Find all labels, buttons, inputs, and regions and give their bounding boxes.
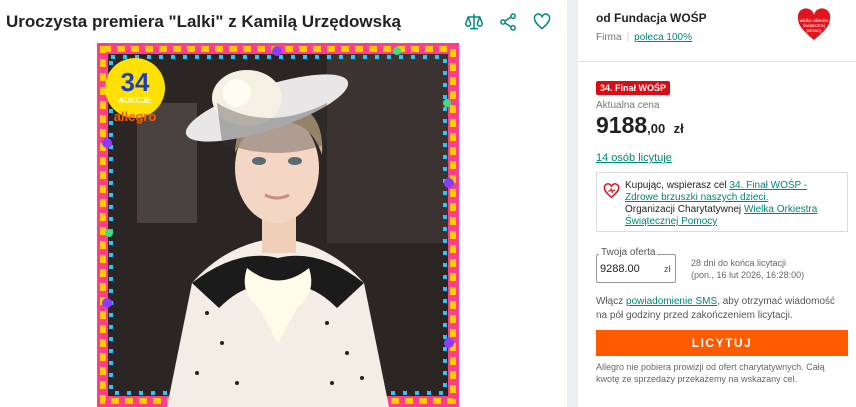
time-left: 28 dni do końca licytacji (pon., 16 lut …	[691, 257, 804, 281]
seller-type: Firma	[596, 32, 622, 43]
svg-text:pomocy: pomocy	[807, 28, 823, 33]
price-label: Aktualna cena	[596, 100, 660, 111]
sms-notify-link[interactable]: powiadomienie SMS	[626, 296, 717, 307]
listing-panel: Uroczysta premiera "Lalki" z Kamilą Urzę…	[0, 0, 567, 407]
price-main: 9188	[596, 112, 648, 138]
time-left-text: 28 dni do końca licytacji	[691, 258, 787, 268]
offer-currency: zł	[664, 264, 671, 274]
notify-prefix: Włącz	[596, 296, 624, 307]
offer-input[interactable]	[600, 263, 650, 275]
svg-text:34: 34	[121, 67, 150, 97]
bidders-link[interactable]: 14 osób licytuje	[596, 152, 672, 164]
finale-tag: 34. Finał WOŚP	[596, 81, 671, 95]
price-cents: ,00	[647, 121, 666, 136]
seller-meta: Firma | poleca 100%	[596, 32, 692, 43]
product-image[interactable]: 34 AUKCJE allegro	[97, 43, 459, 407]
charity-heart-icon	[603, 183, 620, 199]
charity-info: Kupując, wspierasz cel 34. Finał WOŚP - …	[596, 172, 848, 232]
seller-recommend-link[interactable]: poleca 100%	[634, 32, 692, 43]
wosp-heart-logo[interactable]: wielka orkiestra świątecznej pomocy	[796, 8, 832, 42]
share-icon[interactable]	[496, 10, 520, 34]
seller-info: od Fundacja WOŚP Firma | poleca 100% wielk…	[578, 0, 856, 62]
current-price: 9188,00 zł	[596, 112, 684, 139]
heart-icon[interactable]	[530, 10, 554, 34]
finale-badge: 34 AUKCJE allegro	[105, 58, 165, 124]
listing-title: Uroczysta premiera "Lalki" z Kamilą Urzę…	[6, 12, 402, 31]
sms-notify: Włącz powiadomienie SMS, aby otrzymać wi…	[596, 295, 848, 323]
offer-label: Twoja oferta	[599, 247, 658, 258]
offer-panel: od Fundacja WOŚP Firma | poleca 100% wielk…	[578, 0, 856, 407]
commission-note: Allegro nie pobiera prowizji od ofert ch…	[596, 362, 825, 384]
bid-button[interactable]: LICYTUJ	[596, 330, 848, 356]
price-currency: zł	[673, 121, 684, 136]
seller-name[interactable]: od Fundacja WOŚP	[596, 11, 707, 25]
charity-text: Kupując, wspierasz cel	[625, 180, 727, 191]
svg-text:AUKCJE: AUKCJE	[119, 96, 153, 105]
end-date: (pon., 16 lut 2026, 16:28:00)	[691, 270, 805, 280]
charity-org-text: Organizacji Charytatywnej	[625, 204, 742, 215]
listing-actions	[462, 10, 554, 34]
compare-scales-icon[interactable]	[462, 10, 486, 34]
svg-text:allegro: allegro	[114, 109, 157, 124]
